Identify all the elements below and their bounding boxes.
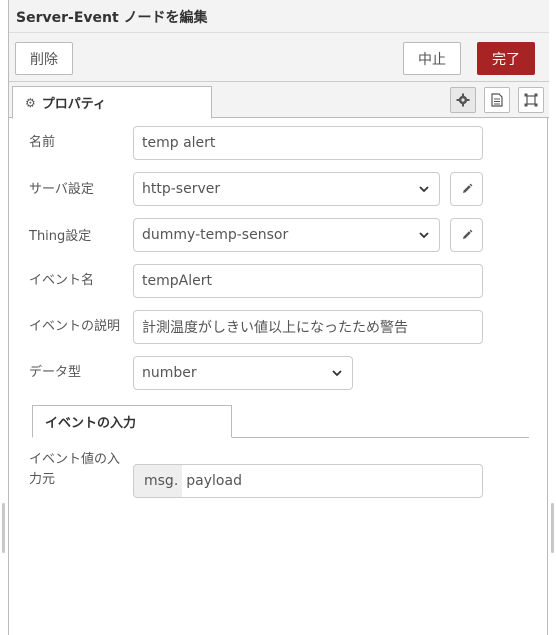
- edit-server-button[interactable]: [450, 172, 483, 206]
- event-name-input[interactable]: tempAlert: [133, 264, 483, 298]
- server-select-value: http-server: [142, 181, 221, 197]
- name-input[interactable]: temp alert: [133, 126, 483, 160]
- done-button[interactable]: 完了: [477, 42, 535, 75]
- delete-button[interactable]: 削除: [15, 42, 73, 75]
- left-scrollbar[interactable]: [2, 503, 5, 553]
- msg-type-prefix[interactable]: msg.: [134, 465, 183, 497]
- datatype-select[interactable]: number: [133, 356, 353, 390]
- thing-select[interactable]: dummy-temp-sensor: [133, 218, 440, 252]
- appearance-tab-frame-icon[interactable]: [518, 87, 544, 113]
- right-scrollbar[interactable]: [551, 503, 554, 553]
- event-value-source-input[interactable]: msg. payload: [133, 464, 483, 498]
- settings-tab-gear-icon[interactable]: [450, 87, 476, 113]
- chevron-down-icon: [419, 232, 429, 239]
- edit-thing-button[interactable]: [450, 218, 483, 252]
- description-tab-document-icon[interactable]: [484, 87, 510, 113]
- edit-dialog: Server-Event ノードを編集 削除 中止 完了 ⚙ プロパティ 名前 …: [8, 0, 549, 635]
- event-input-tabbar: イベントの入力: [32, 405, 529, 438]
- dialog-toolbar: 削除 中止 完了: [9, 33, 549, 82]
- thing-select-value: dummy-temp-sensor: [142, 227, 289, 243]
- thing-label: Thing設定: [29, 229, 92, 244]
- datatype-label: データ型: [29, 365, 82, 380]
- event-name-label: イベント名: [29, 273, 95, 288]
- event-value-source-value: payload: [186, 473, 242, 489]
- event-description-input[interactable]: 計測温度がしきい値以上になったため警告: [133, 310, 483, 344]
- event-value-source-label-line1: イベント値の入: [29, 452, 121, 467]
- server-label: サーバ設定: [29, 182, 94, 197]
- chevron-down-icon: [332, 370, 342, 377]
- gear-icon: ⚙: [25, 95, 36, 110]
- datatype-select-value: number: [142, 365, 197, 381]
- dialog-title: Server-Event ノードを編集: [16, 10, 208, 26]
- event-value-source-label-line2: 力元: [29, 472, 56, 487]
- name-label: 名前: [29, 135, 56, 150]
- event-description-label: イベントの説明: [29, 319, 121, 334]
- dialog-titlebar: Server-Event ノードを編集: [9, 0, 549, 33]
- cancel-button[interactable]: 中止: [403, 42, 461, 75]
- dialog-tabbar: ⚙ プロパティ: [9, 82, 549, 119]
- tab-event-input[interactable]: イベントの入力: [32, 405, 232, 438]
- frame-icon: [524, 93, 538, 107]
- tab-properties-label: プロパティ: [41, 97, 106, 112]
- tab-properties[interactable]: ⚙ プロパティ: [12, 86, 212, 119]
- server-select[interactable]: http-server: [133, 172, 440, 206]
- chevron-down-icon: [419, 186, 429, 193]
- gear-icon: [456, 93, 470, 107]
- document-icon: [491, 93, 503, 107]
- pencil-icon: [462, 183, 472, 193]
- pencil-icon: [462, 229, 472, 239]
